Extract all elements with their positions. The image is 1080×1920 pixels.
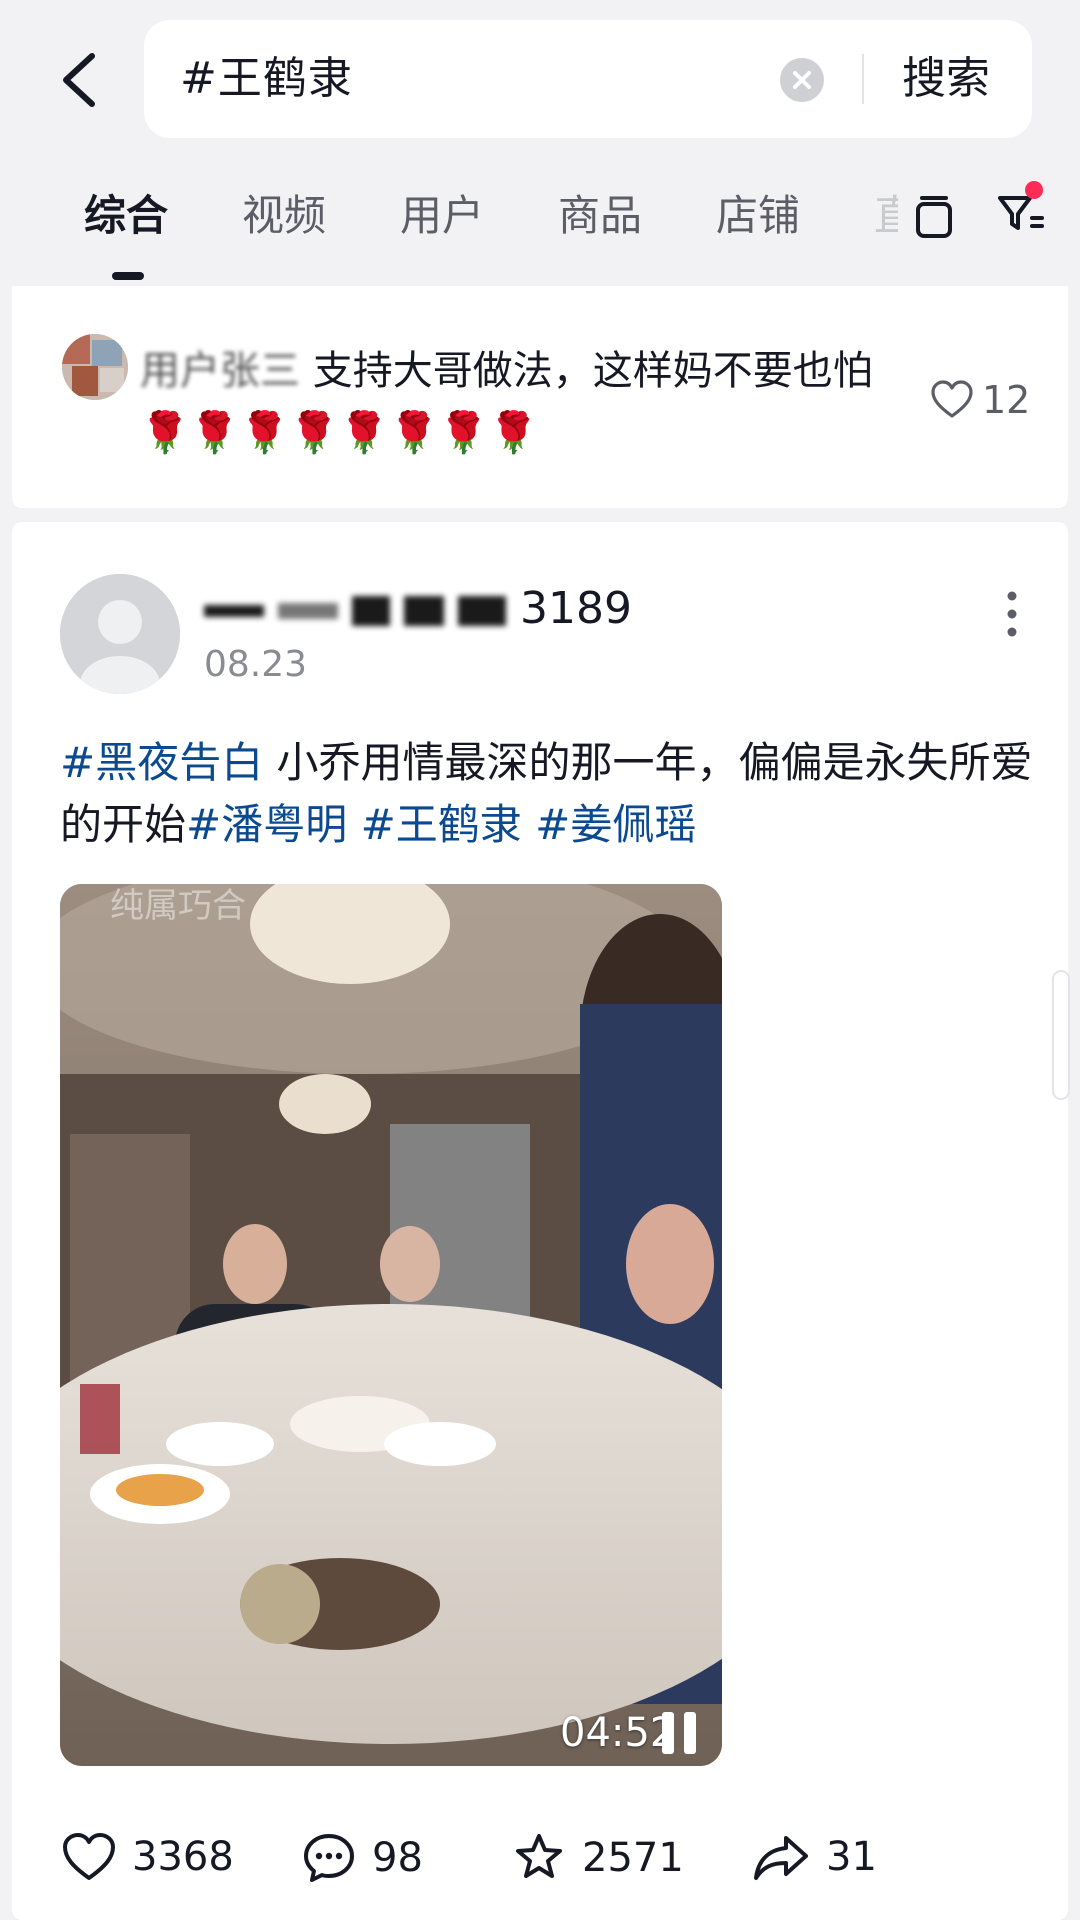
post-caption: #黑夜告白 小乔用情最深的那一年，偏偏是永失所爱的开始#潘粤明 #王鹤隶 #姜佩… bbox=[60, 732, 1040, 856]
back-arrow-icon bbox=[63, 53, 95, 107]
redacted-block bbox=[278, 603, 338, 619]
back-button[interactable] bbox=[50, 48, 110, 112]
comment-like-button[interactable]: 12 bbox=[930, 378, 1030, 422]
tab-stores[interactable]: 店铺 bbox=[716, 188, 800, 244]
author-username[interactable]: 3189 bbox=[204, 580, 632, 638]
tab-videos[interactable]: 视频 bbox=[242, 188, 326, 244]
favorite-button[interactable]: 2571 bbox=[512, 1832, 684, 1884]
tab-users[interactable]: 用户 bbox=[400, 188, 484, 244]
active-tab-indicator bbox=[112, 272, 144, 280]
scrollbar-thumb[interactable] bbox=[1052, 970, 1070, 1100]
redacted-block bbox=[352, 596, 390, 626]
heart-icon bbox=[931, 380, 973, 418]
close-icon bbox=[793, 71, 811, 89]
comment-text: 用户张三 支持大哥做法，这样妈不要也怕🌹🌹🌹🌹🌹🌹🌹🌹 bbox=[140, 340, 920, 464]
like-count: 3368 bbox=[132, 1834, 234, 1880]
redacted-block bbox=[404, 596, 444, 626]
divider bbox=[862, 54, 864, 104]
author-avatar[interactable] bbox=[60, 574, 180, 694]
heart-icon bbox=[63, 1833, 115, 1880]
search-input[interactable]: #王鹤隶 bbox=[180, 50, 353, 108]
hashtag-link[interactable]: #潘粤明 bbox=[186, 800, 347, 849]
search-box[interactable]: #王鹤隶 搜索 bbox=[144, 20, 1032, 138]
more-vertical-icon bbox=[1007, 591, 1017, 637]
tab-live[interactable]: 直 bbox=[874, 188, 898, 244]
pause-button[interactable] bbox=[658, 1712, 702, 1754]
post-actions: 3368 98 2571 31 bbox=[12, 1822, 1068, 1902]
share-icon bbox=[754, 1836, 808, 1880]
comment-card: 用户张三 支持大哥做法，这样妈不要也怕🌹🌹🌹🌹🌹🌹🌹🌹 12 bbox=[12, 286, 1068, 508]
commenter-username[interactable]: 用户张三 bbox=[140, 348, 300, 394]
more-options-button[interactable] bbox=[1002, 584, 1022, 644]
view-toggle-button[interactable] bbox=[912, 190, 956, 246]
video-watermark: 纯属巧合 bbox=[110, 886, 246, 926]
pause-icon bbox=[662, 1712, 696, 1754]
notification-dot bbox=[1025, 181, 1043, 199]
share-count: 31 bbox=[826, 1834, 877, 1880]
post-card: 3189 08.23 #黑夜告白 小乔用情最深的那一年，偏偏是永失所爱的开始#潘… bbox=[12, 522, 1068, 1920]
filter-button[interactable] bbox=[996, 180, 1048, 240]
hashtag-link[interactable]: #黑夜告白 bbox=[60, 738, 263, 787]
comment-like-count: 12 bbox=[982, 378, 1031, 422]
hashtag-link[interactable]: #姜佩瑶 bbox=[535, 800, 696, 849]
username-suffix: 3189 bbox=[520, 583, 632, 634]
tab-comprehensive[interactable]: 综合 bbox=[84, 188, 168, 244]
comment-button[interactable]: 98 bbox=[302, 1832, 423, 1884]
like-button[interactable]: 3368 bbox=[62, 1832, 234, 1882]
commenter-avatar[interactable] bbox=[62, 334, 128, 400]
layout-icon bbox=[916, 196, 952, 238]
video-thumbnail bbox=[60, 884, 722, 1766]
search-button[interactable]: 搜索 bbox=[902, 50, 990, 108]
favorite-count: 2571 bbox=[582, 1835, 684, 1881]
comment-icon bbox=[304, 1834, 354, 1882]
filter-icon bbox=[998, 181, 1044, 230]
redacted-block bbox=[458, 596, 506, 626]
tab-products[interactable]: 商品 bbox=[558, 188, 642, 244]
clear-search-button[interactable] bbox=[780, 58, 824, 102]
post-date: 08.23 bbox=[204, 644, 308, 685]
header: #王鹤隶 搜索 综合 视频 用户 商品 店铺 直 bbox=[0, 0, 1080, 290]
video-player[interactable]: 纯属巧合 04:52 bbox=[60, 884, 722, 1766]
redacted-block bbox=[204, 605, 264, 617]
comment-count: 98 bbox=[372, 1835, 423, 1881]
tab-bar: 综合 视频 用户 商品 店铺 直 bbox=[0, 180, 1080, 260]
share-button[interactable]: 31 bbox=[752, 1832, 877, 1882]
hashtag-link[interactable]: #王鹤隶 bbox=[361, 800, 522, 849]
star-icon bbox=[516, 1834, 562, 1878]
